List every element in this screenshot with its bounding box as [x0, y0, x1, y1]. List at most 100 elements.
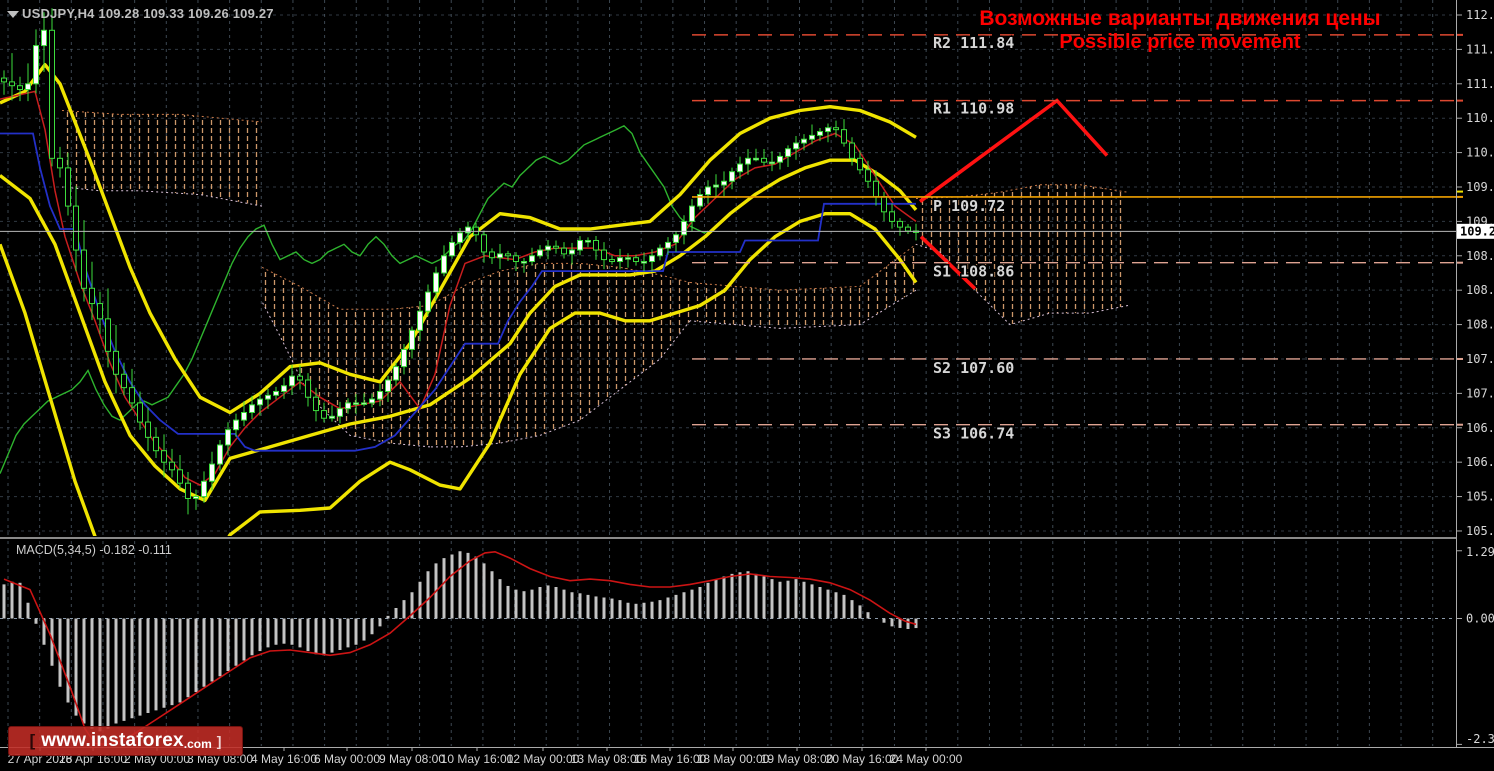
candle-bull	[521, 261, 527, 264]
candle-bull	[417, 310, 423, 331]
pivot-label-S3: S3 106.74	[933, 425, 1014, 443]
candle-bear	[153, 436, 159, 452]
candle-bull	[401, 348, 407, 368]
annotation-en: Possible price movement	[1059, 31, 1301, 53]
candle-bear	[313, 396, 319, 412]
candle-bull	[289, 375, 295, 387]
candle-bull	[409, 329, 415, 350]
candle-bull	[377, 390, 383, 400]
candle-bull	[497, 253, 503, 259]
candle-bull	[217, 444, 223, 465]
candle-bull	[721, 180, 727, 186]
price-axis-label: 110.75	[1466, 111, 1494, 125]
price-axis-label: 110.30	[1466, 146, 1494, 160]
candle-bull	[569, 249, 575, 255]
macd-axis-label: -2.398	[1466, 732, 1494, 746]
watermark-com: .com	[183, 737, 212, 751]
candle-bull	[769, 161, 775, 165]
candle-bull	[585, 239, 591, 243]
candle-bull	[825, 127, 831, 133]
candle-bear	[73, 205, 79, 251]
candle-bull	[209, 463, 215, 482]
price-axis-label: 107.60	[1466, 352, 1494, 366]
candle-bear	[145, 421, 151, 438]
candle-bull	[329, 415, 335, 419]
macd-indicator-label: MACD(5,34,5) -0.182 -0.111	[16, 543, 172, 557]
candle-bull	[809, 134, 815, 140]
candle-bull	[457, 232, 463, 243]
candle-bull	[33, 45, 39, 85]
candle-bull	[345, 402, 351, 410]
candle-bear	[593, 239, 599, 251]
candle-bear	[57, 157, 63, 169]
candle-bull	[785, 148, 791, 157]
time-axis-label: 9 May 08:00	[379, 752, 445, 766]
candle-bear	[481, 234, 487, 253]
price-axis-label: 108.50	[1466, 283, 1494, 297]
price-axis-label: 106.25	[1466, 455, 1494, 469]
candle-bull	[201, 480, 207, 498]
candle-bull	[433, 272, 439, 293]
candle-bull	[361, 402, 367, 405]
candle-bear	[185, 482, 191, 499]
candle-bear	[489, 251, 495, 259]
candle-bull	[545, 245, 551, 251]
candle-bull	[737, 163, 743, 173]
candle-bull	[537, 249, 543, 257]
candle-bear	[905, 226, 911, 232]
candle-bull	[529, 255, 535, 263]
candle-bear	[129, 387, 135, 404]
chart-title-ohlc: USDJPY,H4 109.28 109.33 109.26 109.27	[22, 6, 274, 21]
pane-separator[interactable]	[0, 537, 1457, 539]
candle-bull	[249, 404, 255, 413]
current-price-label: 109.27	[1460, 224, 1494, 238]
price-axis-label: 108.05	[1466, 318, 1494, 332]
price-axis-label: 105.35	[1466, 524, 1494, 538]
candle-bull	[801, 138, 807, 144]
time-axis-label: 20 May 16:00	[826, 752, 899, 766]
candle-bear	[889, 211, 895, 222]
time-axis-label: 12 May 00:00	[507, 752, 580, 766]
candle-bull	[441, 255, 447, 274]
candle-bull	[657, 247, 663, 257]
chart-canvas[interactable]: R2 111.84R1 110.98P 109.72S1 108.86S2 10…	[0, 0, 1494, 771]
candle-bear	[897, 220, 903, 228]
candle-bear	[9, 81, 15, 87]
candle-bear	[297, 375, 303, 381]
candle-bull	[817, 131, 823, 136]
candle-bear	[305, 379, 311, 398]
watermark-text: www.instaforex	[41, 730, 184, 751]
candle-bear	[161, 450, 167, 463]
candle-bull	[41, 29, 47, 47]
candle-bear	[89, 287, 95, 305]
price-axis-label: 106.70	[1466, 421, 1494, 435]
candle-bear	[169, 461, 175, 471]
chart-background	[0, 0, 1494, 771]
candle-bull	[465, 226, 471, 234]
candle-bear	[601, 249, 607, 261]
candle-bear	[105, 318, 111, 352]
annotation-ru: Возможные варианты движения цены	[979, 7, 1381, 30]
trading-terminal-chart: R2 111.84 R1 110.98 P 109.72 S1 108.86 S2 10…	[0, 0, 1494, 771]
price-axis-label: 109.85	[1466, 180, 1494, 194]
candle-bear	[513, 255, 519, 263]
time-axis-label: 24 May 00:00	[890, 752, 963, 766]
candle-bull	[625, 257, 631, 260]
candle-bull	[793, 142, 799, 150]
candle-bear	[865, 169, 871, 182]
pivot-label-S2: S2 107.60	[933, 359, 1014, 377]
pivot-label-P: P 109.72	[933, 197, 1005, 215]
candle-bull	[689, 205, 695, 222]
symbol-dropdown-icon[interactable]	[7, 11, 19, 18]
candle-bear	[81, 249, 87, 289]
candle-bear	[113, 350, 119, 375]
candle-bear	[609, 259, 615, 263]
price-axis-label: 111.65	[1466, 42, 1494, 56]
candle-bear	[761, 157, 767, 163]
candle-bear	[505, 253, 511, 257]
price-axis-label: 108.95	[1466, 249, 1494, 263]
candle-bull	[745, 157, 751, 165]
price-axis-label: 107.15	[1466, 386, 1494, 400]
candle-bull	[665, 241, 671, 249]
candle-bull	[777, 155, 783, 163]
